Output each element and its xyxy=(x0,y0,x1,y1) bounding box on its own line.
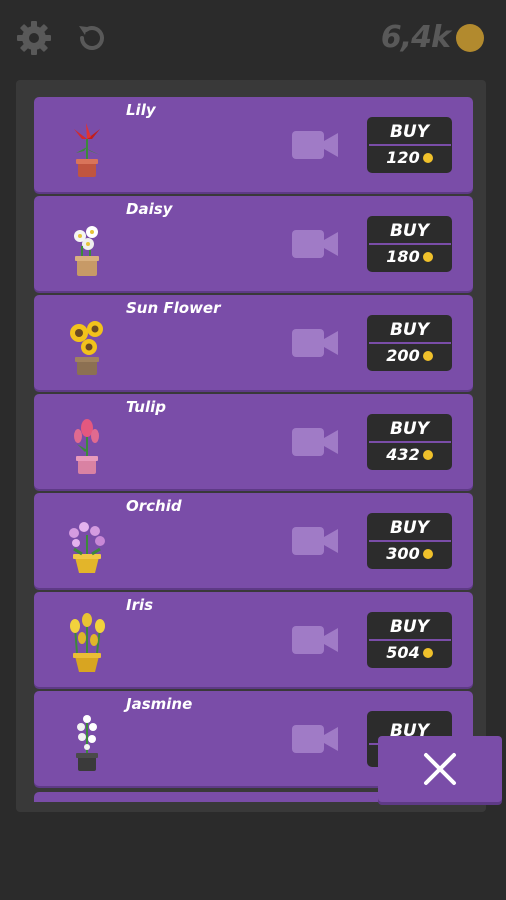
price-line: 200 xyxy=(386,346,433,366)
top-bar: 6,4k xyxy=(0,0,506,80)
buy-button[interactable]: BUY 300 xyxy=(367,513,452,569)
item-price: 504 xyxy=(386,643,420,662)
item-name: Orchid xyxy=(126,497,182,515)
coin-icon xyxy=(422,450,433,460)
buy-button[interactable]: BUY 432 xyxy=(367,414,452,470)
video-camera-icon xyxy=(292,329,338,357)
price-line: 120 xyxy=(386,148,433,168)
buy-divider xyxy=(368,144,451,146)
gear-icon xyxy=(17,21,51,55)
buy-label: BUY xyxy=(389,617,430,637)
shop-item-row: Iris BUY 504 xyxy=(34,592,473,687)
shop-item-row: Daisy BUY 180 xyxy=(34,196,473,291)
coin-icon xyxy=(422,549,433,559)
plant-image xyxy=(62,315,112,377)
item-name: Sun Flower xyxy=(126,299,221,317)
price-line: 504 xyxy=(386,643,433,663)
coin-icon xyxy=(422,252,433,262)
buy-label: BUY xyxy=(389,221,430,241)
buy-button[interactable]: BUY 180 xyxy=(367,216,452,272)
video-camera-icon xyxy=(292,428,338,456)
video-camera-icon xyxy=(292,626,338,654)
coin-icon xyxy=(422,351,433,361)
plant-image xyxy=(62,216,112,278)
shop-item-row: Tulip BUY 432 xyxy=(34,394,473,489)
item-price: 200 xyxy=(386,346,420,365)
plant-image xyxy=(62,414,112,476)
shop-item-row: Orchid BUY 300 xyxy=(34,493,473,588)
item-price: 300 xyxy=(386,544,420,563)
buy-divider xyxy=(368,342,451,344)
buy-divider xyxy=(368,243,451,245)
shop-item-row: Lily BUY 120 xyxy=(34,97,473,192)
coin-icon xyxy=(422,648,433,658)
plant-image xyxy=(62,612,112,674)
item-price: 432 xyxy=(386,445,420,464)
shop-list[interactable]: Lily BUY 120 Daisy BUY 180 Sun Flower BU… xyxy=(34,97,474,790)
watch-video-button[interactable] xyxy=(292,228,340,260)
price-line: 300 xyxy=(386,544,433,564)
item-price: 180 xyxy=(386,247,420,266)
item-name: Tulip xyxy=(126,398,166,416)
buy-label: BUY xyxy=(389,122,430,142)
video-camera-icon xyxy=(292,230,338,258)
buy-label: BUY xyxy=(389,518,430,538)
shop-item-row: Sun Flower BUY 200 xyxy=(34,295,473,390)
watch-video-button[interactable] xyxy=(292,129,340,161)
close-icon xyxy=(424,753,456,785)
item-price: 120 xyxy=(386,148,420,167)
watch-video-button[interactable] xyxy=(292,426,340,458)
video-camera-icon xyxy=(292,527,338,555)
item-name: Lily xyxy=(126,101,156,119)
plant-image xyxy=(62,513,112,575)
plant-image xyxy=(62,117,112,179)
plant-image xyxy=(62,711,112,773)
buy-divider xyxy=(368,639,451,641)
buy-divider xyxy=(368,540,451,542)
item-name: Iris xyxy=(126,596,154,614)
price-line: 432 xyxy=(386,445,433,465)
watch-video-button[interactable] xyxy=(292,723,340,755)
watch-video-button[interactable] xyxy=(292,624,340,656)
buy-button[interactable]: BUY 504 xyxy=(367,612,452,668)
buy-button[interactable]: BUY 120 xyxy=(367,117,452,173)
watch-video-button[interactable] xyxy=(292,525,340,557)
buy-label: BUY xyxy=(389,419,430,439)
refresh-icon xyxy=(79,26,104,50)
buy-label: BUY xyxy=(389,320,430,340)
video-camera-icon xyxy=(292,131,338,159)
shop-panel: Lily BUY 120 Daisy BUY 180 Sun Flower BU… xyxy=(16,80,486,812)
buy-divider xyxy=(368,441,451,443)
coin-icon xyxy=(456,23,484,52)
restart-button[interactable] xyxy=(72,18,112,58)
item-name: Daisy xyxy=(126,200,173,218)
coin-amount: 6,4k xyxy=(380,20,451,55)
price-line: 180 xyxy=(386,247,433,267)
video-camera-icon xyxy=(292,725,338,753)
item-name: Jasmine xyxy=(126,695,193,713)
close-button[interactable] xyxy=(378,736,502,802)
coin-icon xyxy=(422,153,433,163)
buy-button[interactable]: BUY 200 xyxy=(367,315,452,371)
watch-video-button[interactable] xyxy=(292,327,340,359)
coin-balance: 6,4k xyxy=(381,20,484,55)
settings-button[interactable] xyxy=(14,18,54,58)
